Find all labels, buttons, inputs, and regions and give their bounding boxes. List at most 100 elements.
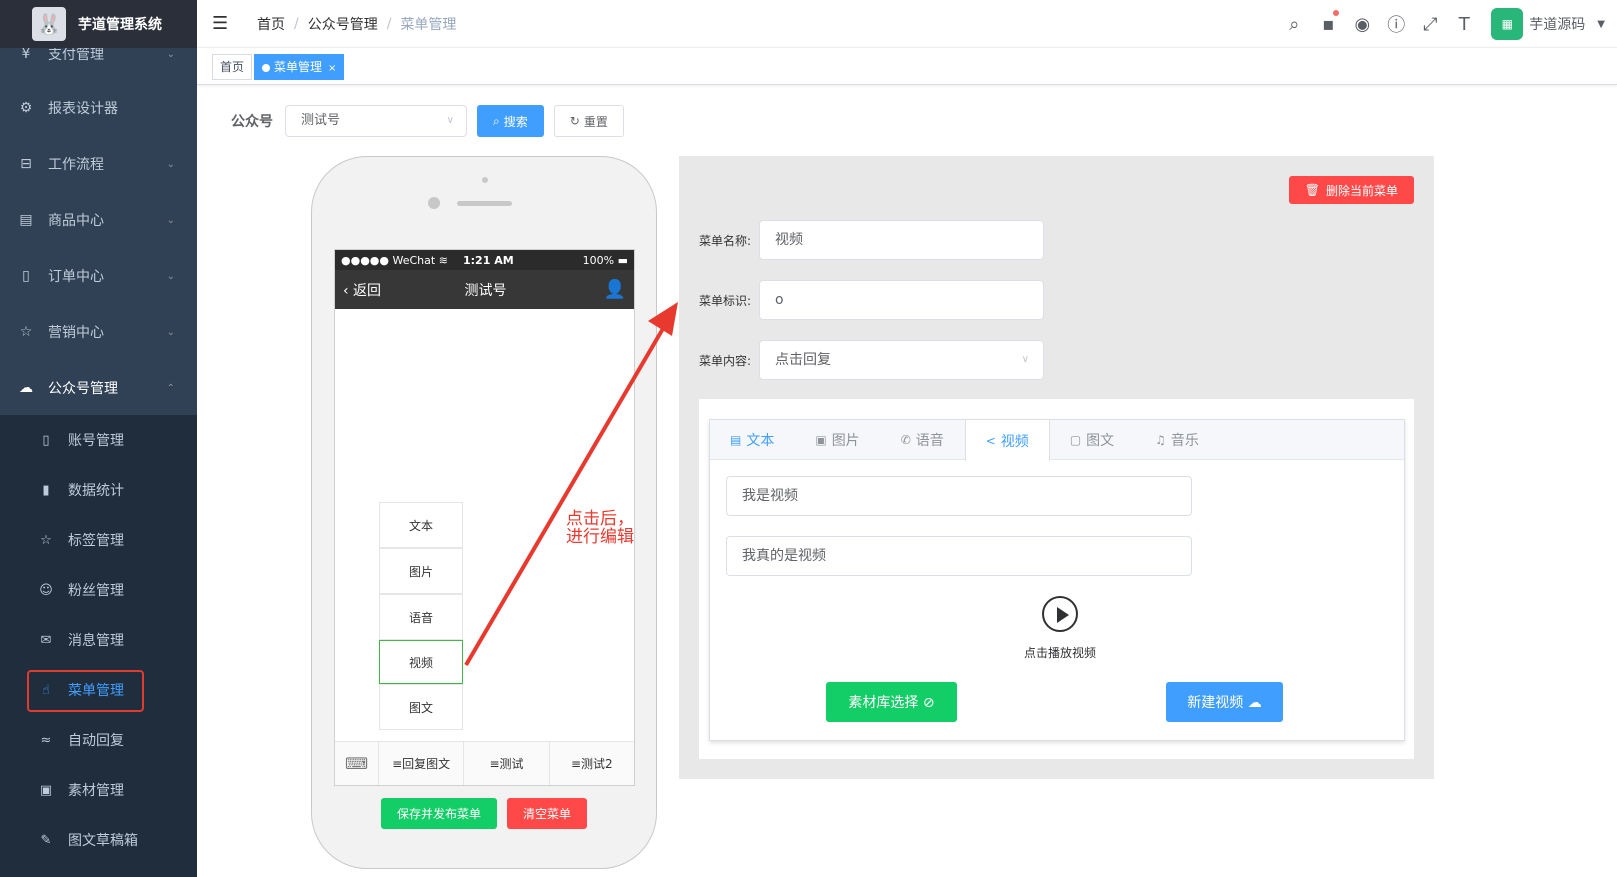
sidebar-item-marketing[interactable]: ☆ 营销中心 ⌄ (0, 304, 197, 360)
tab-voice[interactable]: ✆ 语音 (881, 420, 965, 460)
sidebar-subitem-fans[interactable]: ☺ 粉丝管理 (0, 565, 197, 615)
sidebar-subitem-stats[interactable]: ▮ 数据统计 (0, 465, 197, 515)
menu-key-input[interactable]: o (759, 280, 1044, 320)
menu-item[interactable]: ≡测试 (464, 742, 550, 785)
rabbit-logo-icon: 🐰 (32, 7, 66, 41)
battery: 100% ▬ (582, 253, 628, 267)
delete-menu-button[interactable]: 🗑 删除当前菜单 (1288, 176, 1414, 204)
tab-music[interactable]: ♫ 音乐 (1135, 420, 1220, 460)
close-icon[interactable]: × (328, 63, 336, 74)
sidebar-subitem-label: 数据统计 (68, 483, 124, 499)
navbar: ☰ 首页 / 公众号管理 / 菜单管理 ⌕ ▪ ◉ ⓘ ⤢ T ▦ 芋道源码 ▼ (197, 0, 1617, 48)
font-size-icon[interactable]: T (1447, 14, 1481, 35)
search-form: 公众号 测试号 ∨ ⌕ 搜索 ↻ 重置 (231, 105, 624, 137)
search-icon[interactable]: ⌕ (1277, 14, 1311, 35)
sidebar-item-workflow[interactable]: ⊟ 工作流程 ⌄ (0, 136, 197, 192)
sidebar-subitem-label: 图文草稿箱 (68, 833, 138, 849)
chevron-down-icon: ∨ (1021, 354, 1029, 365)
video-description-input[interactable]: 我真的是视频 (726, 536, 1192, 576)
account-select-value: 测试号 (301, 113, 341, 128)
menu-content-select[interactable]: 点击回复 ∨ (759, 340, 1044, 380)
menu-item[interactable]: ≡回复图文 (379, 742, 465, 785)
breadcrumb-home[interactable]: 首页 (257, 14, 285, 34)
keyboard-icon[interactable]: ⌨ (335, 742, 379, 785)
sidebar-item-label: 公众号管理 (48, 381, 118, 397)
share-icon: < (985, 433, 996, 448)
submenu-image[interactable]: 图片 (379, 548, 463, 594)
image-icon: ▣ (815, 433, 827, 447)
message-icon[interactable]: ▪ (1311, 9, 1345, 35)
menu-name-input[interactable]: 视频 (759, 220, 1044, 260)
sidebar-item-label: 订单中心 (48, 269, 104, 285)
yen-icon: ¥ (21, 46, 31, 62)
sidebar-subitem-tags[interactable]: ☆ 标签管理 (0, 515, 197, 565)
chevron-down-icon: ⌄ (166, 158, 175, 170)
new-video-button[interactable]: 新建视频 ☁ (1166, 682, 1283, 722)
app-title: 芋道管理系统 (78, 17, 162, 33)
reply-icon: ≈ (40, 732, 52, 748)
submenu-news[interactable]: 图文 (379, 684, 463, 730)
sidebar-subitem-account[interactable]: ▯ 账号管理 (0, 415, 197, 465)
document-icon: ▤ (730, 433, 742, 447)
sidebar-subitem-material[interactable]: ▣ 素材管理 (0, 765, 197, 815)
tag-label: 菜单管理 (274, 60, 323, 74)
tab-video[interactable]: < 视频 (964, 420, 1050, 461)
breadcrumb-mp[interactable]: 公众号管理 (308, 14, 378, 34)
sidebar-item-report[interactable]: ⚙ 报表设计器 (0, 80, 197, 136)
submenu-text[interactable]: 文本 (379, 502, 463, 548)
store-icon: ▤ (19, 212, 33, 228)
wechat-icon: ☁ (19, 380, 33, 396)
reset-button[interactable]: ↻ 重置 (553, 105, 624, 137)
account-select[interactable]: 测试号 ∨ (285, 105, 467, 137)
clear-menu-button[interactable]: 清空菜单 (507, 798, 588, 829)
sidebar-item-order[interactable]: ▯ 订单中心 ⌄ (0, 248, 197, 304)
tag-menu-manage[interactable]: 菜单管理 × (254, 54, 345, 80)
phone-title-bar: ‹ 返回 测试号 👤 (335, 270, 634, 309)
save-publish-button[interactable]: 保存并发布菜单 (381, 798, 498, 829)
caret-down-icon[interactable]: ▼ (1597, 19, 1605, 30)
chart-icon: ▮ (42, 482, 50, 498)
sidebar-item-label: 工作流程 (48, 157, 104, 173)
fans-icon: ☺ (39, 582, 53, 598)
tab-text[interactable]: ▤ 文本 (710, 420, 795, 460)
tab-news[interactable]: ▢ 图文 (1050, 420, 1135, 460)
annotation-highlight-box (27, 670, 144, 712)
tab-image[interactable]: ▣ 图片 (795, 420, 880, 460)
sidebar-item-label: 营销中心 (48, 325, 104, 341)
tab-label: 视频 (1000, 433, 1029, 450)
sidebar-subitem-draft[interactable]: ✎ 图文草稿箱 (0, 815, 197, 865)
breadcrumb: 首页 / 公众号管理 / 菜单管理 (257, 14, 456, 34)
play-icon[interactable] (1042, 596, 1078, 632)
reply-tabs: ▤ 文本 ▣ 图片 ✆ 语音 < 视频 ▢ 图文 ♫ 音乐 我是视频 我真的是视频 点击播放… (709, 419, 1405, 741)
mail-icon: ✉ (40, 632, 52, 648)
submenu-voice[interactable]: 语音 (379, 594, 463, 640)
user-icon: 👤 (603, 279, 626, 300)
search-button-label: 搜索 (503, 114, 528, 129)
menu-item[interactable]: ≡测试2 (550, 742, 634, 785)
hamburger-icon[interactable]: ☰ (212, 13, 232, 34)
carrier: ●●●●● WeChat ≋ (341, 253, 448, 267)
sidebar-item-mp[interactable]: ☁ 公众号管理 ⌃ (0, 360, 197, 416)
sidebar-item-product[interactable]: ▤ 商品中心 ⌄ (0, 192, 197, 248)
github-icon[interactable]: ◉ (1345, 14, 1379, 35)
sidebar-logo[interactable]: 🐰 芋道管理系统 (0, 0, 197, 48)
username[interactable]: 芋道源码 (1529, 14, 1585, 34)
chevron-down-icon: ⌄ (166, 214, 175, 226)
fullscreen-icon[interactable]: ⤢ (1413, 14, 1447, 35)
search-button[interactable]: ⌕ 搜索 (477, 105, 544, 137)
sidebar-subitem-message[interactable]: ✉ 消息管理 (0, 615, 197, 665)
tag-home[interactable]: 首页 (212, 54, 253, 80)
receipt-icon: ▯ (22, 268, 30, 284)
sidebar: 🐰 芋道管理系统 ¥ 支付管理 ⌄ ⚙ 报表设计器 ⊟ 工作流程 ⌄ ▤ 商品中… (0, 0, 197, 877)
video-title-input[interactable]: 我是视频 (726, 476, 1192, 516)
material-library-button[interactable]: 素材库选择 ⊘ (826, 682, 957, 722)
chevron-down-icon: ⌄ (166, 270, 175, 282)
sidebar-subitem-label: 消息管理 (68, 633, 124, 649)
sidebar-subitem-label: 粉丝管理 (68, 583, 124, 599)
phone-speaker (457, 201, 512, 206)
submenu-video[interactable]: 视频 (379, 640, 463, 684)
help-icon[interactable]: ⓘ (1379, 11, 1413, 37)
avatar[interactable]: ▦ (1491, 8, 1524, 40)
play-video-label: 点击播放视频 (1023, 646, 1096, 660)
sidebar-subitem-autoreply[interactable]: ≈ 自动回复 (0, 715, 197, 765)
